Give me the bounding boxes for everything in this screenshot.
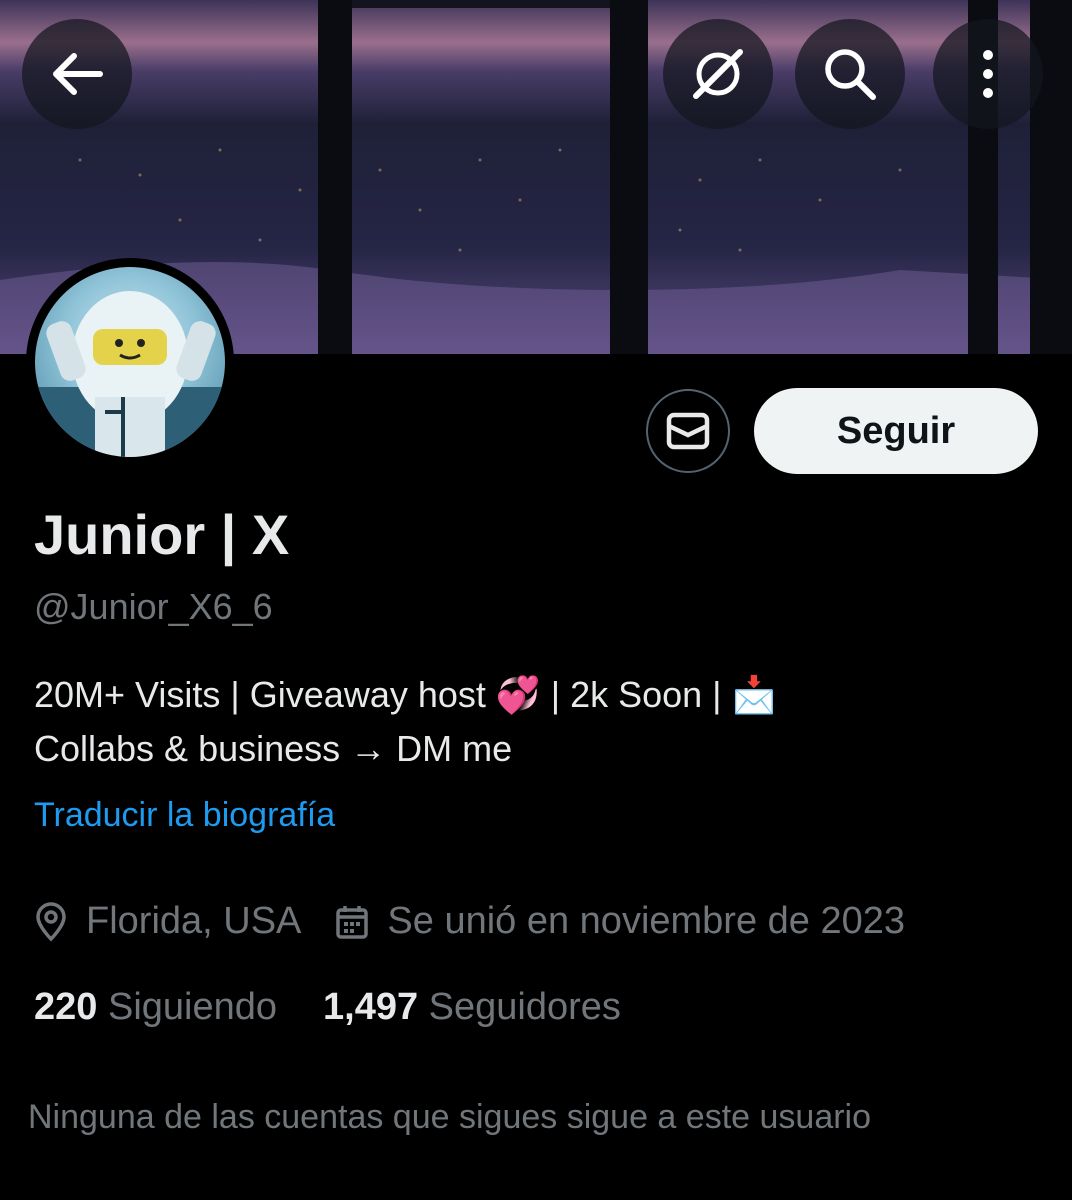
- location-text: Florida, USA: [86, 900, 302, 942]
- grok-icon: [693, 49, 743, 99]
- follow-button[interactable]: Seguir: [754, 388, 1038, 474]
- message-button[interactable]: [646, 389, 730, 473]
- following-count: 220: [34, 986, 98, 1028]
- back-button[interactable]: [22, 19, 132, 129]
- mutual-followers-text: Ninguna de las cuentas que sigues sigue …: [28, 1098, 872, 1136]
- envelope-arrow-emoji: 📩: [731, 674, 777, 715]
- joined-text: Se unió en noviembre de 2023: [387, 900, 906, 942]
- profile-meta: Florida, USA Se unió en noviembre de 202…: [34, 900, 905, 943]
- more-options-button[interactable]: [933, 19, 1043, 129]
- location-item: Florida, USA: [34, 900, 301, 943]
- user-handle: @Junior_X6_6: [34, 586, 273, 627]
- followers-link[interactable]: 1,497 Seguidores: [323, 986, 621, 1029]
- translate-bio-link[interactable]: Traducir la biografía: [34, 796, 335, 835]
- search-button[interactable]: [795, 19, 905, 129]
- follow-stats: 220 Siguiendo 1,497 Seguidores: [34, 986, 621, 1029]
- profile-bio: 20M+ Visits | Giveaway host 💞 | 2k Soon …: [34, 668, 1034, 776]
- avatar-image: [35, 267, 225, 457]
- arrow-left-icon: [53, 53, 103, 95]
- envelope-icon: [666, 412, 710, 450]
- bio-text-1a: 20M+ Visits | Giveaway host: [34, 674, 496, 715]
- followers-count: 1,497: [323, 986, 419, 1028]
- following-link[interactable]: 220 Siguiendo: [34, 986, 277, 1029]
- bio-line-1: 20M+ Visits | Giveaway host 💞 | 2k Soon …: [34, 668, 1034, 722]
- joined-item: Se unió en noviembre de 2023: [335, 900, 905, 943]
- display-name: Junior | X: [34, 503, 290, 566]
- grok-button[interactable]: [663, 19, 773, 129]
- profile-avatar[interactable]: [26, 258, 234, 466]
- two-hearts-emoji: 💞: [495, 674, 541, 715]
- following-label: Siguiendo: [107, 986, 278, 1028]
- location-pin-icon: [36, 901, 66, 941]
- more-vertical-icon: [983, 50, 993, 98]
- search-icon: [825, 49, 876, 100]
- followers-label: Seguidores: [428, 986, 621, 1028]
- bio-text-1b: | 2k Soon |: [540, 674, 732, 715]
- calendar-icon: [336, 905, 369, 939]
- bio-line-2: Collabs & business → DM me: [34, 728, 513, 769]
